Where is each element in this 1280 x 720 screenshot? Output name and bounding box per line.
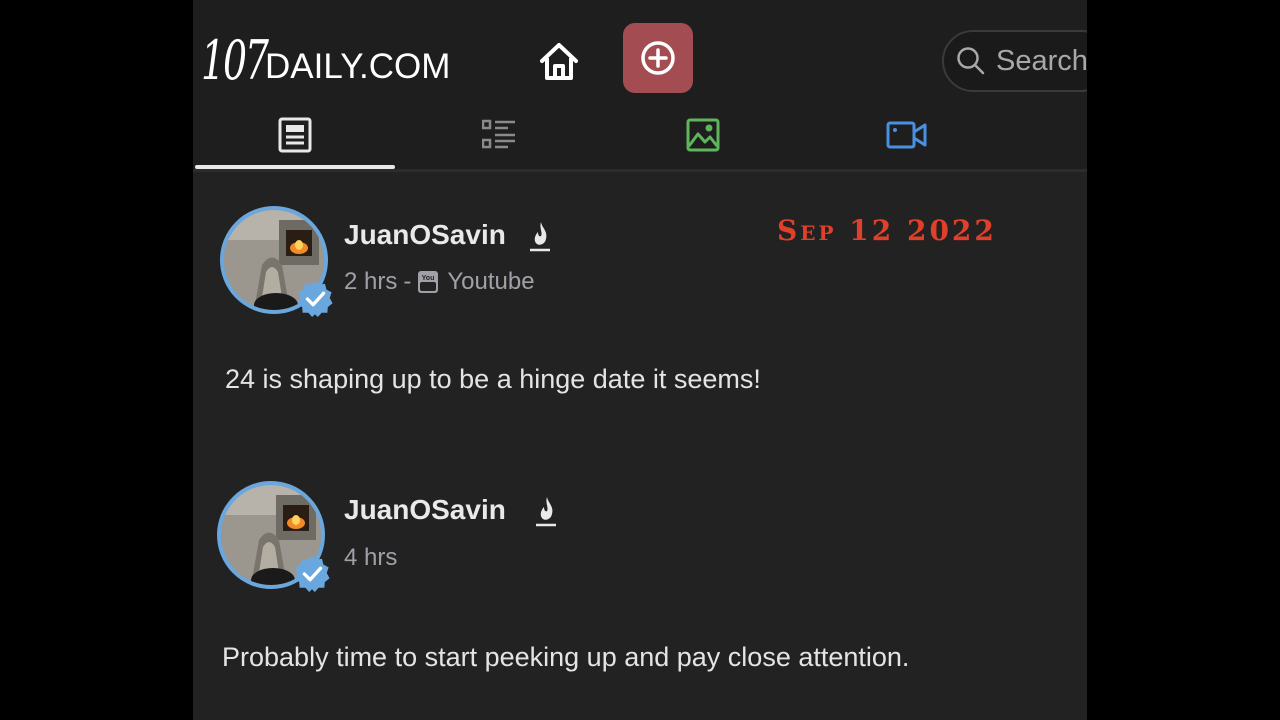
site-logo[interactable]: 107 DAILY.COM — [201, 18, 450, 88]
verified-badge-icon — [294, 555, 330, 593]
youtube-icon: You — [417, 270, 439, 294]
post-username[interactable]: JuanOSavin — [344, 494, 506, 526]
post-meta: 4 hrs — [344, 544, 397, 572]
svg-text:You: You — [422, 275, 435, 282]
flame-icon — [530, 222, 550, 252]
meta-separator: - — [403, 268, 412, 295]
post-time: 2 hrs — [344, 268, 398, 295]
post-body: 24 is shaping up to be a hinge date it s… — [225, 364, 761, 394]
post-username[interactable]: JuanOSavin — [344, 219, 506, 251]
video-icon — [886, 121, 927, 148]
list-icon — [482, 119, 515, 148]
article-icon — [278, 117, 312, 152]
logo-number: 107 — [201, 29, 269, 92]
home-icon — [540, 43, 578, 80]
verified-badge-icon — [297, 280, 333, 318]
tab-list[interactable] — [397, 100, 601, 169]
avatar[interactable] — [220, 206, 333, 318]
avatar[interactable] — [217, 481, 330, 593]
date-stamp: Sep 12 2022 — [777, 214, 997, 247]
post-time: 4 hrs — [344, 544, 398, 571]
home-button[interactable] — [537, 40, 581, 84]
top-bar: 107 DAILY.COM Search — [193, 0, 1087, 100]
post-meta: 2 hrs - You Youtube — [344, 268, 535, 296]
image-icon — [686, 118, 720, 151]
app-window: 107 DAILY.COM Search Sep 12 2022 JuanOSa… — [193, 0, 1087, 720]
search-placeholder: Search — [996, 44, 1087, 77]
post-body: Probably time to start peeking up and pa… — [222, 642, 910, 672]
logo-text: DAILY.COM — [265, 47, 451, 86]
tab-images[interactable] — [601, 100, 805, 169]
search-icon — [957, 47, 985, 75]
plus-circle-icon — [641, 41, 675, 75]
tab-articles[interactable] — [193, 100, 397, 169]
content-tabs — [193, 100, 1087, 172]
flame-icon — [536, 497, 556, 527]
post-source-link[interactable]: Youtube — [447, 268, 534, 296]
search-input[interactable]: Search — [942, 30, 1087, 92]
tab-videos[interactable] — [805, 100, 1009, 169]
create-post-button[interactable] — [623, 23, 693, 93]
